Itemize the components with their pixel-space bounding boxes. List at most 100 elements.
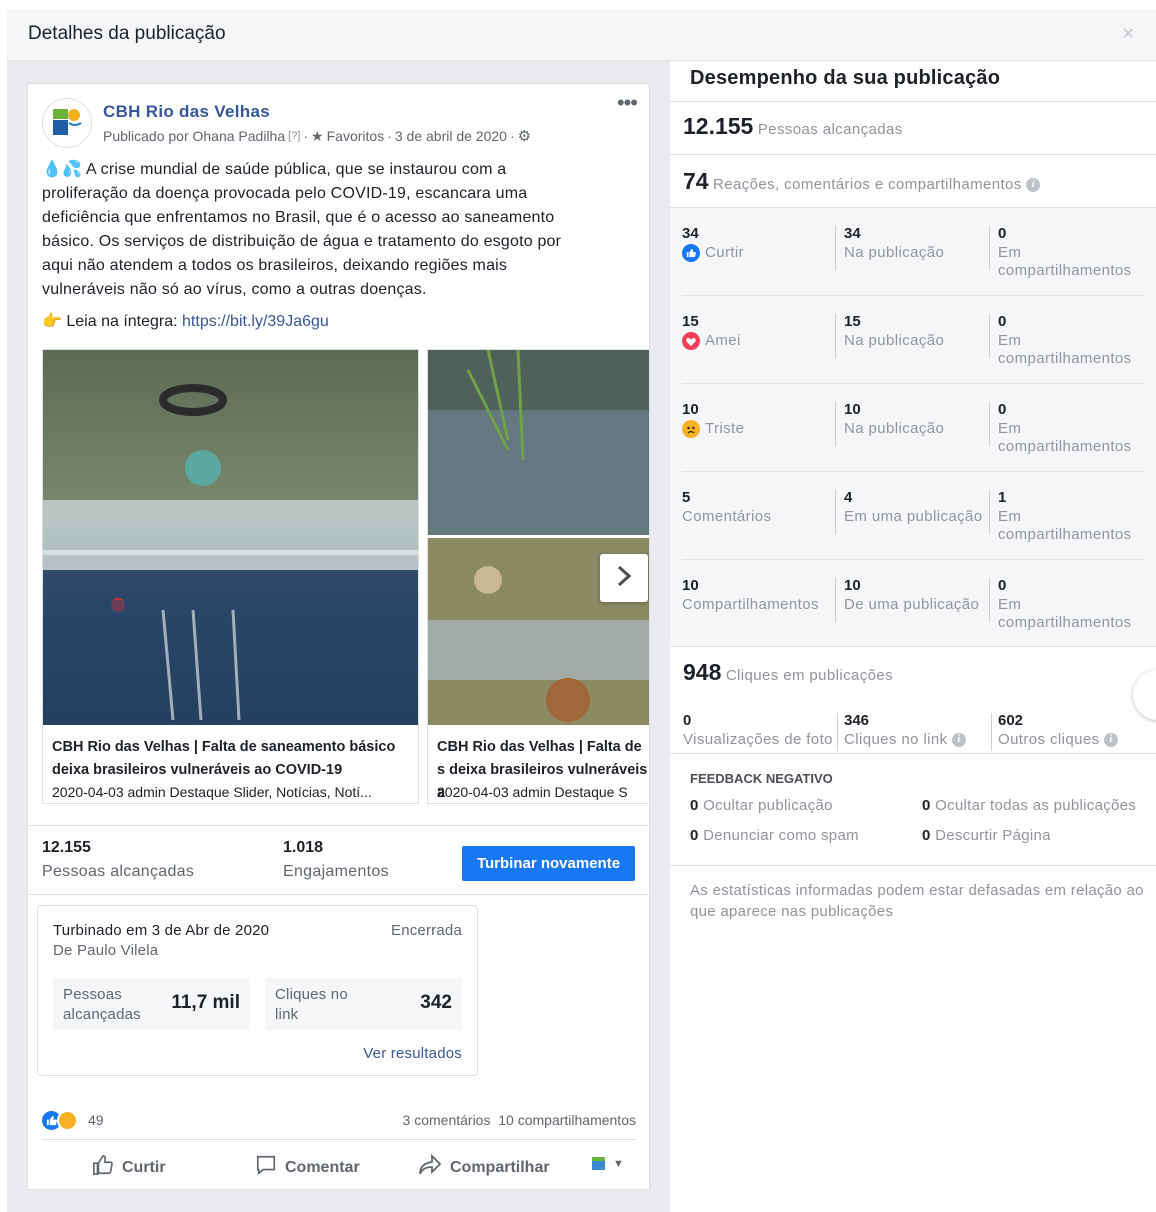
info-icon[interactable]: i: [1104, 733, 1119, 748]
love-shares-label: Em: [998, 332, 1022, 349]
shares-post-label: De uma publicação: [844, 596, 980, 613]
breakdown-row-sad: 10 Triste 10 Na publicação 0 Em comparti…: [682, 384, 1145, 472]
comments-total-cell: 5 Comentários: [682, 488, 832, 548]
post-date[interactable]: 3 de abril de 2020: [395, 128, 507, 144]
gear-icon[interactable]: ⚙: [518, 127, 531, 145]
carousel-card[interactable]: CBH Rio das Velhas | Falta de saneamento…: [42, 349, 419, 804]
sad-reaction-icon[interactable]: [57, 1110, 78, 1131]
shares-total: 10: [682, 577, 699, 594]
river-photo: [43, 350, 418, 725]
help-badge[interactable]: [?]: [288, 130, 300, 142]
close-icon[interactable]: ×: [1122, 23, 1134, 46]
comments-shares-label: compartilhamentos: [998, 526, 1132, 543]
hide-post-label: Ocultar publicação: [703, 797, 833, 814]
unlike-page-label: Descurtir Página: [935, 827, 1051, 844]
love-shares-cell: 0 Em compartilhamentos: [998, 312, 1148, 372]
post-link[interactable]: https://bit.ly/39Ja6gu: [182, 313, 329, 330]
divider: [837, 713, 838, 751]
divider: [835, 402, 836, 446]
hide-all-label: Ocultar todas as publicações: [935, 797, 1137, 814]
comments-count[interactable]: 3 comentários: [403, 1112, 491, 1128]
breakdown-row-likes: 34 Curtir 34 Na publicação 0 Em comparti…: [682, 208, 1145, 296]
share-button[interactable]: Compartilhar: [418, 1153, 550, 1181]
unlike-page-value: 0: [922, 827, 931, 844]
interactions-breakdown: 34 Curtir 34 Na publicação 0 Em comparti…: [670, 207, 1156, 647]
photo-views-label: Visualizações de foto: [683, 731, 833, 748]
comments-shares-counts: 3 comentários 10 compartilhamentos: [403, 1112, 636, 1128]
carousel-next-button[interactable]: [600, 554, 648, 602]
reach-value: 12.155: [42, 839, 91, 856]
boost-title: Turbinado em 3 de Abr de 2020: [53, 922, 270, 939]
boost-clicks-label: Cliques no link: [275, 985, 348, 1025]
love-label: Amei: [705, 332, 741, 349]
other-clicks-value: 602: [998, 712, 1024, 729]
likes-total: 34: [682, 225, 699, 242]
love-post-cell: 15 Na publicação: [844, 312, 994, 372]
link-carousel: CBH Rio das Velhas | Falta de saneamento…: [42, 349, 649, 804]
divider: [835, 226, 836, 270]
river-photo: [428, 350, 649, 725]
boost-by: De Paulo Vilela: [53, 942, 159, 959]
separator: ·: [387, 128, 392, 144]
clicks-value: 948: [683, 659, 722, 685]
sad-shares-value: 0: [998, 401, 1007, 418]
like-button[interactable]: Curtir: [92, 1154, 166, 1181]
reach-label: Pessoas alcançadas: [42, 863, 195, 880]
page-avatar[interactable]: [42, 98, 92, 148]
total-reach-value: 12.155: [683, 113, 754, 139]
unlike-page-metric: 0 Descurtir Página: [922, 827, 1051, 844]
info-icon[interactable]: i: [1026, 177, 1041, 192]
audience-selector[interactable]: ▼: [592, 1157, 624, 1170]
post-meta: Publicado por Ohana Padilha [?] · ★ Favo…: [103, 127, 531, 146]
sad-total-cell: 10 Triste: [682, 400, 832, 460]
comments-post-label: Em uma publicação: [844, 508, 983, 525]
engagement-label: Engajamentos: [283, 863, 389, 880]
report-spam-metric: 0 Denunciar como spam: [690, 827, 859, 844]
disclaimer-section: As estatísticas informadas podem estar d…: [670, 865, 1156, 935]
post-text-line: vulneráveis não só ao vírus, como a outr…: [42, 281, 427, 298]
love-total: 15: [682, 313, 699, 330]
photo-views-value: 0: [683, 712, 692, 729]
page-name[interactable]: CBH Rio das Velhas: [103, 102, 270, 122]
love-total-cell: 15 Amei: [682, 312, 832, 372]
post-text-line: deficiência que enfrentamos no Brasil, q…: [42, 209, 555, 226]
read-more-label: Leia na íntegra:: [66, 313, 178, 330]
info-icon[interactable]: i: [952, 733, 967, 748]
report-spam-label: Denunciar como spam: [703, 827, 859, 844]
post-preview-pane: CBH Rio das Velhas Publicado por Ohana P…: [7, 61, 670, 1212]
caret-down-icon: ▼: [613, 1157, 624, 1170]
sad-label: Triste: [705, 420, 745, 437]
sad-post-label: Na publicação: [844, 420, 945, 437]
pointing-hand-icon: 👉: [42, 313, 62, 330]
link-clicks-metric: 346 Cliques no link i: [844, 711, 967, 749]
other-clicks-metric: 602 Outros cliques i: [998, 711, 1119, 749]
hide-post-metric: 0 Ocultar publicação: [690, 797, 833, 814]
dialog-title: Detalhes da publicação: [28, 23, 226, 44]
more-options-icon[interactable]: •••: [617, 90, 638, 116]
love-shares-value: 0: [998, 313, 1007, 330]
like-icon: [682, 244, 700, 262]
sad-post-cell: 10 Na publicação: [844, 400, 994, 460]
boost-again-button[interactable]: Turbinar novamente: [462, 846, 635, 881]
link-clicks-label: Cliques no link: [844, 731, 948, 748]
shares-count[interactable]: 10 compartilhamentos: [498, 1112, 636, 1128]
negative-feedback-section: FEEDBACK NEGATIVO 0 Ocultar publicação 0…: [670, 753, 1156, 865]
view-results-link[interactable]: Ver resultados: [363, 1045, 462, 1062]
carousel-card-title: CBH Rio das Velhas | Falta de saneamento…: [52, 739, 396, 778]
engagement-value: 1.018: [283, 839, 324, 856]
other-clicks-label: Outros cliques: [998, 731, 1100, 748]
clicks-label: Cliques em publicações: [725, 667, 894, 684]
interactions-section: 74 Reações, comentários e compartilhamen…: [670, 154, 1156, 207]
boost-clicks-label-line: Cliques no: [275, 986, 348, 1003]
carousel-card-subtitle: 2020-04-03 admin Destaque Slider, Notíci…: [52, 784, 372, 800]
comment-button[interactable]: Comentar: [255, 1154, 360, 1181]
published-by[interactable]: Publicado por Ohana Padilha: [103, 128, 285, 144]
love-shares-label: compartilhamentos: [998, 350, 1132, 367]
sad-label-wrap: Triste: [682, 420, 832, 438]
favorites-label[interactable]: Favoritos: [327, 128, 385, 144]
sad-total: 10: [682, 401, 699, 418]
divider: [989, 402, 990, 446]
reactions-count[interactable]: 49: [88, 1112, 104, 1128]
performance-title: Desempenho da sua publicação: [690, 67, 1001, 89]
comment-label: Comentar: [285, 1158, 360, 1176]
